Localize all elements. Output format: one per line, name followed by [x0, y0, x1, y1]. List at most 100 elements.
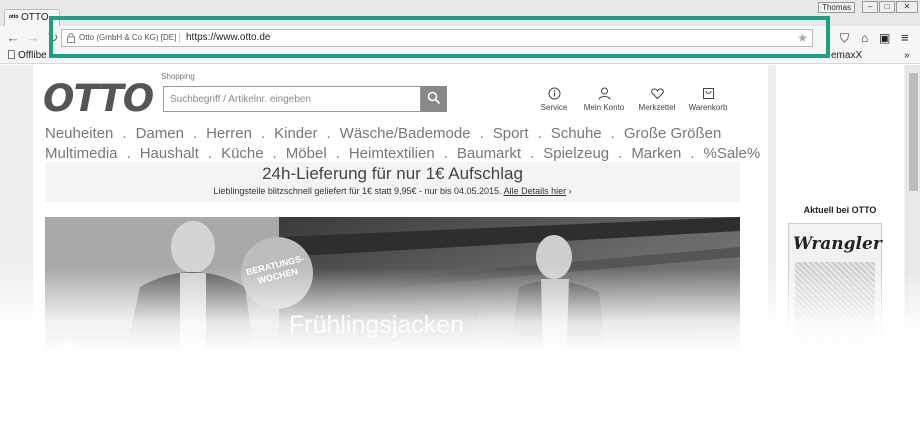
hero-carousel[interactable]: BERATUNGS- WOCHEN Frühlingsjacken Neue L…	[45, 217, 740, 422]
lock-icon	[67, 33, 75, 43]
bookmark-item[interactable]: emaxX	[831, 50, 862, 62]
service-link[interactable]: Service	[536, 87, 572, 112]
maximize-button[interactable]: □	[879, 1, 895, 13]
nav-item[interactable]: Möbel	[286, 144, 327, 164]
close-button[interactable]: ✕	[896, 1, 918, 13]
otto-favicon-icon: otto	[9, 14, 19, 20]
nav-item[interactable]: Küche	[221, 144, 264, 164]
bookmarks-overflow-button[interactable]: »	[904, 50, 910, 62]
delivery-promo-banner[interactable]: 24h-Lieferung für nur 1€ Aufschlag Liebl…	[45, 162, 740, 202]
cart-icon	[702, 88, 714, 99]
nav-separator: .	[610, 125, 615, 142]
web-page: OTTO Shopping Service Mein Konto	[0, 65, 920, 422]
hero-subtitle-line-1: Neue Lieblingsstücke	[323, 344, 439, 358]
scrollbar-thumb[interactable]	[909, 73, 918, 191]
nav-item[interactable]: Baumarkt	[457, 144, 521, 164]
nav-separator: .	[690, 145, 695, 162]
cart-link[interactable]: Warenkorb	[685, 87, 731, 112]
nav-row-1: Neuheiten. Damen. Herren. Kinder. Wäsche/Bad…	[45, 124, 745, 144]
nav-separator: .	[122, 125, 127, 142]
forward-arrow-icon: →	[26, 30, 40, 45]
vertical-scrollbar[interactable]	[906, 65, 920, 422]
nav-separator: .	[207, 145, 213, 162]
home-icon[interactable]: ⌂	[861, 31, 868, 45]
reload-button[interactable]: ↻	[46, 30, 60, 46]
nav-item[interactable]: Sport	[493, 124, 529, 144]
nav-item[interactable]: Spielzeug	[543, 144, 609, 164]
nav-item[interactable]: Heimtextilien	[349, 144, 435, 164]
nav-item[interactable]: Kinder	[274, 124, 317, 144]
nav-item[interactable]: Neuheiten	[45, 124, 113, 144]
nav-separator: .	[126, 145, 131, 162]
account-link[interactable]: Mein Konto	[581, 87, 627, 112]
search-button[interactable]	[421, 86, 447, 112]
site-identity-label[interactable]: Otto (GmbH & Co KG) [DE]	[79, 33, 181, 43]
nav-item[interactable]: %Sale%	[704, 144, 761, 164]
promo-subtitle: Lieblingsteile blitzschnell geliefert fü…	[45, 185, 740, 197]
nav-separator: .	[443, 145, 448, 162]
search-icon	[427, 91, 441, 105]
account-label: Mein Konto	[583, 103, 625, 112]
star-icon[interactable]: ★	[797, 31, 808, 45]
otto-logo[interactable]: OTTO	[43, 79, 154, 119]
nav-separator: .	[335, 145, 340, 162]
hero-title: Frühlingsjacken	[289, 311, 465, 339]
right-sidebar: Aktuell bei OTTO Wrangler	[776, 65, 904, 422]
hero-image-men-jacket[interactable]	[45, 217, 279, 422]
cart-label: Warenkorb	[688, 103, 728, 112]
search-label: Shopping	[161, 72, 195, 81]
bookmarks-bar: Offlibe emaxX »	[0, 50, 920, 64]
heart-icon	[650, 88, 664, 100]
category-navigation: Neuheiten. Damen. Herren. Kinder. Wäsche/Bad…	[45, 124, 760, 164]
main-content: OTTO Shopping Service Mein Konto	[33, 65, 768, 422]
nav-item[interactable]: Multimedia	[45, 144, 118, 164]
nav-separator: .	[479, 125, 484, 142]
carousel-prev-button[interactable]: ‹	[57, 343, 81, 367]
promo-subtitle-text: Lieblingsteile blitzschnell geliefert fü…	[213, 186, 502, 196]
hero-title-box: Frühlingsjacken	[283, 309, 478, 341]
nav-separator: .	[530, 145, 535, 162]
nav-separator: .	[537, 125, 542, 142]
nav-separator: .	[260, 125, 266, 142]
wrangler-ad-photo	[795, 262, 875, 362]
address-bar[interactable]: Otto (GmbH & Co KG) [DE] https://www.ott…	[61, 29, 813, 47]
nav-item[interactable]: Schuhe	[551, 124, 602, 144]
nav-item[interactable]: Große Größen	[624, 124, 722, 144]
profile-button[interactable]: Thomas	[818, 2, 855, 13]
wrangler-logo: Wrangler	[793, 234, 882, 254]
nav-item[interactable]: Wäsche/Bademode	[340, 124, 471, 144]
promo-details-link[interactable]: Alle Details hier	[504, 186, 567, 196]
bookmark-item[interactable]: Offlibe	[8, 50, 47, 62]
wishlist-label: Merkzettel	[638, 103, 676, 112]
minimize-button[interactable]: –	[862, 1, 878, 13]
nav-separator: .	[618, 145, 623, 162]
nav-row-2: Multimedia. Haushalt. Küche. Möbel. Heimtext…	[45, 144, 760, 164]
search-input[interactable]	[163, 86, 421, 112]
man-in-jacket-image	[45, 217, 279, 422]
page-icon	[8, 50, 15, 59]
chevron-right-icon: ›	[568, 186, 572, 196]
user-icon	[598, 87, 610, 100]
browser-tab[interactable]: otto OTTO	[4, 9, 60, 26]
nav-item[interactable]: Haushalt	[140, 144, 199, 164]
nav-item[interactable]: Damen	[136, 124, 184, 144]
wishlist-link[interactable]: Merkzettel	[633, 87, 681, 112]
back-arrow-icon: ←	[6, 30, 20, 45]
forward-button[interactable]: →	[26, 30, 40, 46]
back-button[interactable]: ←	[6, 30, 20, 46]
wrangler-ad[interactable]: Wrangler	[788, 223, 882, 373]
sidebar-title: Aktuell bei OTTO	[803, 205, 877, 215]
nav-separator: .	[192, 125, 198, 142]
shield-icon[interactable]: ⛉	[840, 31, 849, 45]
browser-titlebar: otto OTTO Thomas – □ ✕	[0, 0, 920, 26]
info-icon	[548, 87, 560, 100]
service-label: Service	[540, 103, 568, 112]
nav-item[interactable]: Herren	[206, 124, 252, 144]
menu-icon[interactable]: ≡	[901, 31, 909, 45]
chevron-left-icon: ‹	[66, 347, 72, 362]
url-text[interactable]: https://www.otto.de	[186, 32, 271, 44]
nav-separator: .	[326, 125, 331, 142]
nav-item[interactable]: Marken	[631, 144, 681, 164]
promo-title: 24h-Lieferung für nur 1€ Aufschlag	[262, 164, 523, 183]
puzzle-icon[interactable]: ▣	[879, 31, 890, 45]
